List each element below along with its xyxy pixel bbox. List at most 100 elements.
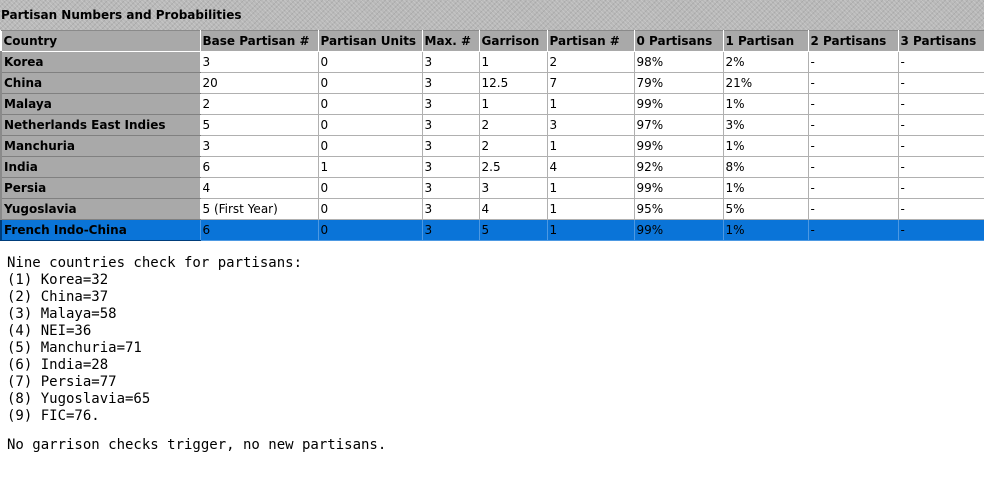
prob-1-cell: 21% [722,72,809,94]
garrison-cell: 2 [478,114,548,136]
prob-3-cell: - [897,135,984,157]
country-cell: Manchuria [0,135,201,157]
check-result-line: (7) Persia=77 [7,374,117,390]
check-result-line: (4) NEI=36 [7,323,92,339]
prob-1-cell: 1% [722,177,809,199]
table-row[interactable]: Manchuria 3 0 3 2 1 99% 1% - - [0,135,984,157]
country-cell: French Indo-China [0,219,201,241]
table-row[interactable]: Malaya 2 0 3 1 1 99% 1% - - [0,93,984,115]
column-header-3-partisans[interactable]: 3 Partisans [897,30,984,52]
check-result-line: (1) Korea=32 [7,272,109,288]
partisan-units-cell: 0 [317,177,423,199]
garrison-cell: 12.5 [478,72,548,94]
table-row[interactable]: China 20 0 3 12.5 7 79% 21% - - [0,72,984,94]
prob-3-cell: - [897,93,984,115]
column-header-partisan-number[interactable]: Partisan # [546,30,635,52]
prob-3-cell: - [897,177,984,199]
prob-2-cell: - [807,219,899,241]
table-row[interactable]: Persia 4 0 3 3 1 99% 1% - - [0,177,984,199]
prob-0-cell: 92% [633,156,724,178]
prob-0-cell: 98% [633,51,724,73]
check-result-line: (5) Manchuria=71 [7,340,142,356]
partisan-units-cell: 0 [317,198,423,220]
country-cell: Yugoslavia [0,198,201,220]
base-partisan-cell: 3 [199,51,319,73]
base-partisan-cell: 6 [199,156,319,178]
column-header-2-partisans[interactable]: 2 Partisans [807,30,899,52]
partisan-number-cell: 1 [546,93,635,115]
prob-2-cell: - [807,72,899,94]
prob-0-cell: 99% [633,219,724,241]
country-cell: Netherlands East Indies [0,114,201,136]
base-partisan-cell: 2 [199,93,319,115]
check-result-line: (2) China=37 [7,289,109,305]
base-partisan-cell: 3 [199,135,319,157]
table-row[interactable]: Korea 3 0 3 1 2 98% 2% - - [0,51,984,73]
partisan-number-cell: 1 [546,135,635,157]
base-partisan-cell: 5 (First Year) [199,198,319,220]
max-cell: 3 [421,114,480,136]
prob-1-cell: 1% [722,135,809,157]
garrison-cell: 3 [478,177,548,199]
table-header-row: Country Base Partisan # Partisan Units M… [0,30,984,52]
check-result-line: (3) Malaya=58 [7,306,117,322]
partisan-number-cell: 4 [546,156,635,178]
check-result-line: (9) FIC=76. [7,408,100,424]
prob-2-cell: - [807,51,899,73]
table-row[interactable]: Yugoslavia 5 (First Year) 0 3 4 1 95% 5%… [0,198,984,220]
prob-3-cell: - [897,219,984,241]
prob-1-cell: 1% [722,93,809,115]
table-row[interactable]: Netherlands East Indies 5 0 3 2 3 97% 3%… [0,114,984,136]
page: Partisan Numbers and Probabilities Count… [0,0,984,492]
partisan-units-cell: 0 [317,72,423,94]
partisan-number-cell: 1 [546,219,635,241]
garrison-cell: 1 [478,93,548,115]
partisan-number-cell: 7 [546,72,635,94]
max-cell: 3 [421,51,480,73]
country-cell: India [0,156,201,178]
base-partisan-cell: 4 [199,177,319,199]
max-cell: 3 [421,219,480,241]
partisan-units-cell: 0 [317,51,423,73]
prob-3-cell: - [897,198,984,220]
prob-0-cell: 95% [633,198,724,220]
base-partisan-cell: 5 [199,114,319,136]
country-cell: Malaya [0,93,201,115]
country-cell: Korea [0,51,201,73]
notes-intro: Nine countries check for partisans: [7,255,303,271]
partisan-check-notes: Nine countries check for partisans: (1) … [0,241,984,454]
column-header-base-partisan[interactable]: Base Partisan # [199,30,319,52]
prob-0-cell: 97% [633,114,724,136]
garrison-cell: 5 [478,219,548,241]
prob-0-cell: 99% [633,135,724,157]
max-cell: 3 [421,198,480,220]
column-header-partisan-units[interactable]: Partisan Units [317,30,423,52]
notes-conclusion: No garrison checks trigger, no new parti… [7,437,387,453]
table-row-selected[interactable]: French Indo-China 6 0 3 5 1 99% 1% - - [0,219,984,241]
prob-3-cell: - [897,51,984,73]
prob-0-cell: 99% [633,93,724,115]
partisan-units-cell: 0 [317,135,423,157]
prob-1-cell: 3% [722,114,809,136]
garrison-cell: 2 [478,135,548,157]
column-header-garrison[interactable]: Garrison [478,30,548,52]
column-header-max[interactable]: Max. # [421,30,480,52]
column-header-0-partisans[interactable]: 0 Partisans [633,30,724,52]
country-cell: Persia [0,177,201,199]
base-partisan-cell: 20 [199,72,319,94]
column-header-country[interactable]: Country [0,30,201,52]
max-cell: 3 [421,72,480,94]
prob-2-cell: - [807,198,899,220]
garrison-cell: 4 [478,198,548,220]
page-title: Partisan Numbers and Probabilities [0,0,984,30]
table-row[interactable]: India 6 1 3 2.5 4 92% 8% - - [0,156,984,178]
prob-0-cell: 79% [633,72,724,94]
prob-3-cell: - [897,156,984,178]
prob-1-cell: 8% [722,156,809,178]
partisan-number-cell: 2 [546,51,635,73]
prob-2-cell: - [807,135,899,157]
prob-3-cell: - [897,114,984,136]
partisan-number-cell: 1 [546,177,635,199]
column-header-1-partisan[interactable]: 1 Partisan [722,30,809,52]
check-result-line: (8) Yugoslavia=65 [7,391,151,407]
